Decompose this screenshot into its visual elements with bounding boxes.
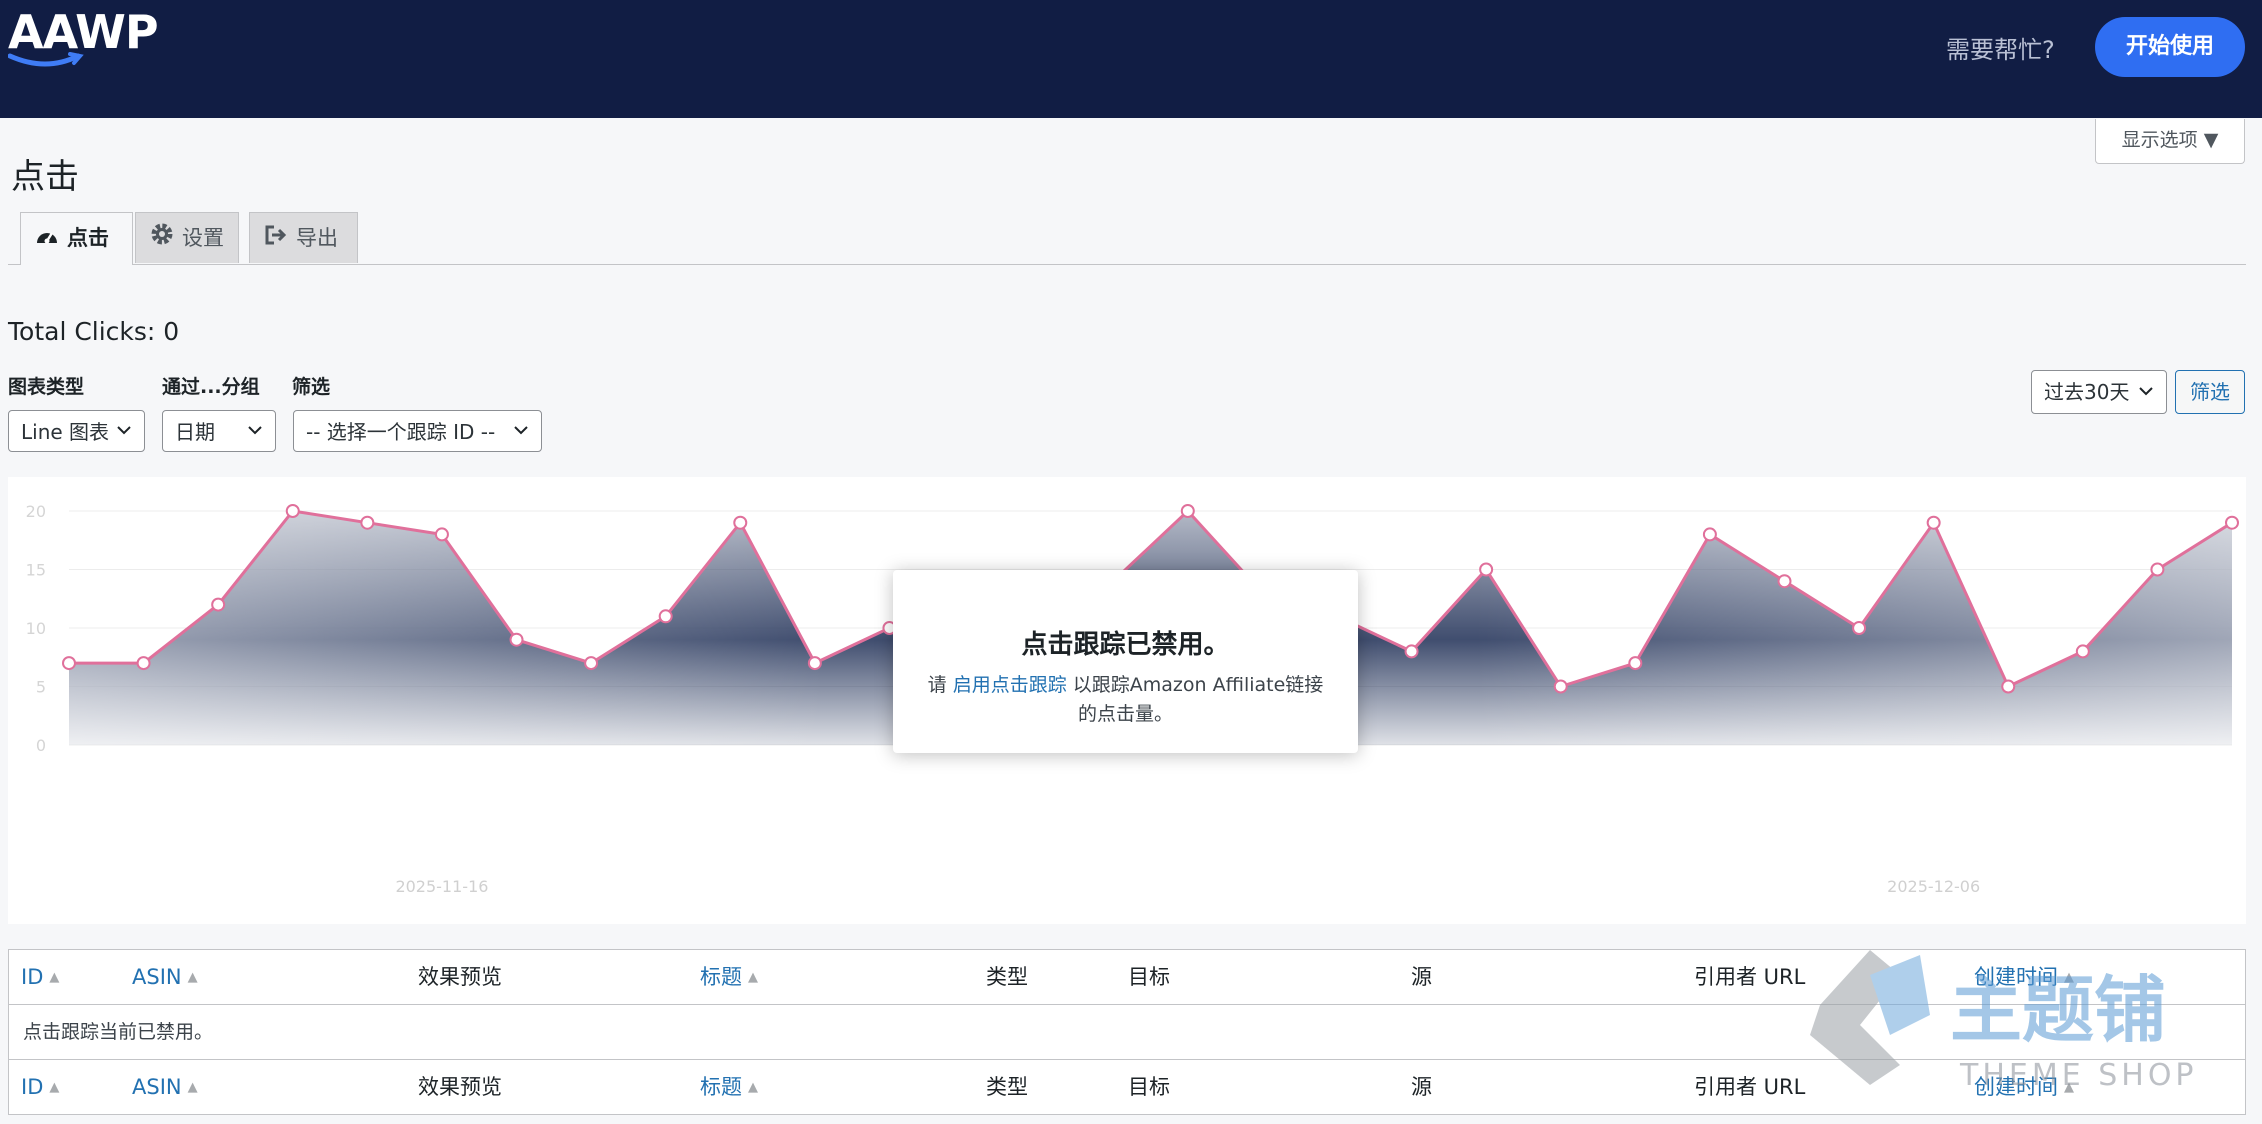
modal-title: 点击跟踪已禁用。 [1021,630,1230,660]
data-point [733,515,748,530]
x-tick-label: 2025-11-16 [395,877,488,896]
y-tick-label: 5 [36,678,46,697]
top-header-bar: AAWP 需要帮忙? 开始使用 [0,0,2262,118]
column-target: 目标 [1128,965,1170,989]
aawp-logo[interactable]: AAWP [8,4,159,67]
data-point [285,504,300,518]
data-point [1628,656,1643,671]
export-icon [264,214,290,265]
data-point [807,656,822,671]
modal-text: 请 启用点击跟踪 以跟踪Amazon Affiliate链接的点击量。 [923,671,1328,729]
y-tick-label: 15 [26,561,46,580]
watermark-cn: 主题铺 [1950,968,2166,1052]
sort-icon: ▲ [748,1080,758,1095]
data-point [2075,644,2090,659]
tab-clicks[interactable]: 点击 [20,212,133,265]
data-point [360,515,375,530]
data-point [62,656,76,671]
start-button[interactable]: 开始使用 [2095,17,2245,77]
data-point [136,656,151,671]
tab-bar: 点击 设置 导出 [8,212,2246,265]
data-point [509,632,524,647]
enable-tracking-link[interactable]: 启用点击跟踪 [953,674,1067,696]
tracking-id-value: -- 选择一个跟踪 ID -- [306,420,496,444]
chart-type-value: Line 图表 [21,420,110,444]
tab-label: 导出 [296,226,338,250]
data-point [1702,527,1717,542]
empty-message: 点击跟踪当前已禁用。 [23,1021,214,1043]
chevron-down-icon [513,411,529,465]
data-point [2225,515,2239,530]
data-point [584,656,599,671]
data-point [2001,679,2016,694]
dashboard-icon [35,214,61,265]
filter-button[interactable]: 筛选 [2175,370,2245,414]
watermark: 主题铺 THEME SHOP [1800,935,2240,1099]
data-point [1479,562,1494,577]
y-tick-label: 20 [26,502,46,521]
watermark-en: THEME SHOP [1959,1058,2198,1093]
modal-text-before: 请 [927,674,953,696]
column-asin[interactable]: ASIN ▲ [132,1060,198,1115]
logo-smile-icon [8,52,84,67]
data-point [1180,504,1195,518]
sort-icon: ▲ [49,1080,60,1095]
column-type: 类型 [986,965,1028,989]
tab-label: 设置 [182,226,224,250]
column-source: 源 [1411,1075,1432,1099]
data-point [211,597,226,612]
sort-icon: ▲ [49,970,60,985]
column-title[interactable]: 标题 ▲ [700,1060,758,1115]
sort-icon: ▲ [187,1080,198,1095]
column-id[interactable]: ID ▲ [21,950,59,1005]
column-preview: 效果预览 [418,965,502,989]
tab-settings[interactable]: 设置 [135,212,239,263]
group-by-label: 通过...分组 [162,376,260,398]
y-tick-label: 0 [36,736,46,755]
column-title[interactable]: 标题 ▲ [700,950,758,1005]
column-type: 类型 [986,1075,1028,1099]
date-range-select[interactable]: 过去30天 [2031,370,2167,414]
tab-label: 点击 [67,226,109,250]
sort-icon: ▲ [187,970,198,985]
tab-export[interactable]: 导出 [249,212,358,263]
x-tick-label: 2025-12-06 [1887,877,1980,896]
column-target: 目标 [1128,1075,1170,1099]
y-tick-label: 10 [26,619,46,638]
tracking-disabled-modal: 点击跟踪已禁用。 请 启用点击跟踪 以跟踪Amazon Affiliate链接的… [893,570,1358,753]
data-point [1926,515,1941,530]
data-point [2150,562,2165,577]
data-point [658,609,673,624]
column-referrer: 引用者 URL [1694,1075,1806,1099]
page-title: 点击 [11,157,79,197]
data-point [434,527,449,542]
column-source: 源 [1411,965,1432,989]
filter-label: 筛选 [292,376,331,398]
modal-text-after: 以跟踪Amazon Affiliate链接的点击量。 [1066,674,1324,725]
data-point [1553,679,1568,694]
data-point [1777,574,1792,589]
column-referrer: 引用者 URL [1694,965,1806,989]
sort-icon: ▲ [748,970,758,985]
chart-type-label: 图表类型 [8,376,85,398]
group-by-select[interactable]: 日期 [162,410,276,452]
data-point [1852,621,1867,635]
data-point [1404,644,1419,659]
group-by-value: 日期 [175,420,215,444]
column-asin[interactable]: ASIN ▲ [132,950,198,1005]
chevron-down-icon [116,411,132,465]
screen-options-button[interactable]: 显示选项 ▼ [2095,119,2245,164]
column-preview: 效果预览 [418,1075,502,1099]
total-clicks: Total Clicks: 0 [8,317,180,346]
tracking-id-select[interactable]: -- 选择一个跟踪 ID -- [293,410,542,452]
chevron-down-icon [2138,371,2154,427]
date-range-value: 过去30天 [2044,380,2130,404]
chart-type-select[interactable]: Line 图表 [8,410,145,452]
help-link[interactable]: 需要帮忙? [1946,30,2055,65]
gear-icon [150,214,176,265]
column-id[interactable]: ID ▲ [21,1060,59,1115]
chevron-down-icon [247,411,263,465]
